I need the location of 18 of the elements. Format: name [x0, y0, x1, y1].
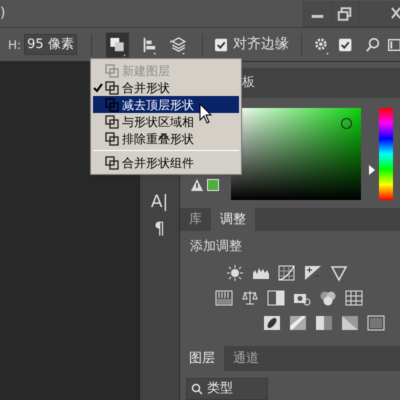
height-label: H:	[8, 36, 22, 54]
panel-heading: 添加调整	[190, 238, 243, 256]
filter-dropdown[interactable]: 类型	[186, 378, 268, 400]
panel-tab[interactable]: 通道	[224, 346, 268, 371]
height-field[interactable]: 95 像素	[24, 34, 77, 56]
menu-item[interactable]: 与形状区域相	[93, 113, 239, 130]
panel-tab[interactable]: 库	[180, 208, 211, 231]
menu-item[interactable]: 减去顶层形状	[93, 96, 239, 113]
tool-glyph[interactable]: ¶	[154, 221, 165, 238]
menu-item[interactable]: 合并形状组件	[93, 154, 239, 171]
tool-glyph[interactable]: A|	[150, 194, 168, 211]
align-edges-label: 对齐边缘	[232, 35, 289, 54]
menu-item[interactable]: 合并形状	[93, 79, 239, 96]
title-text: )	[0, 4, 6, 23]
panel-tab[interactable]: 图层	[180, 346, 224, 371]
panel-tab[interactable]: 板	[242, 72, 255, 92]
panel-tab[interactable]: 调整	[211, 208, 255, 231]
menu-item[interactable]: 排除重叠形状	[93, 130, 239, 147]
